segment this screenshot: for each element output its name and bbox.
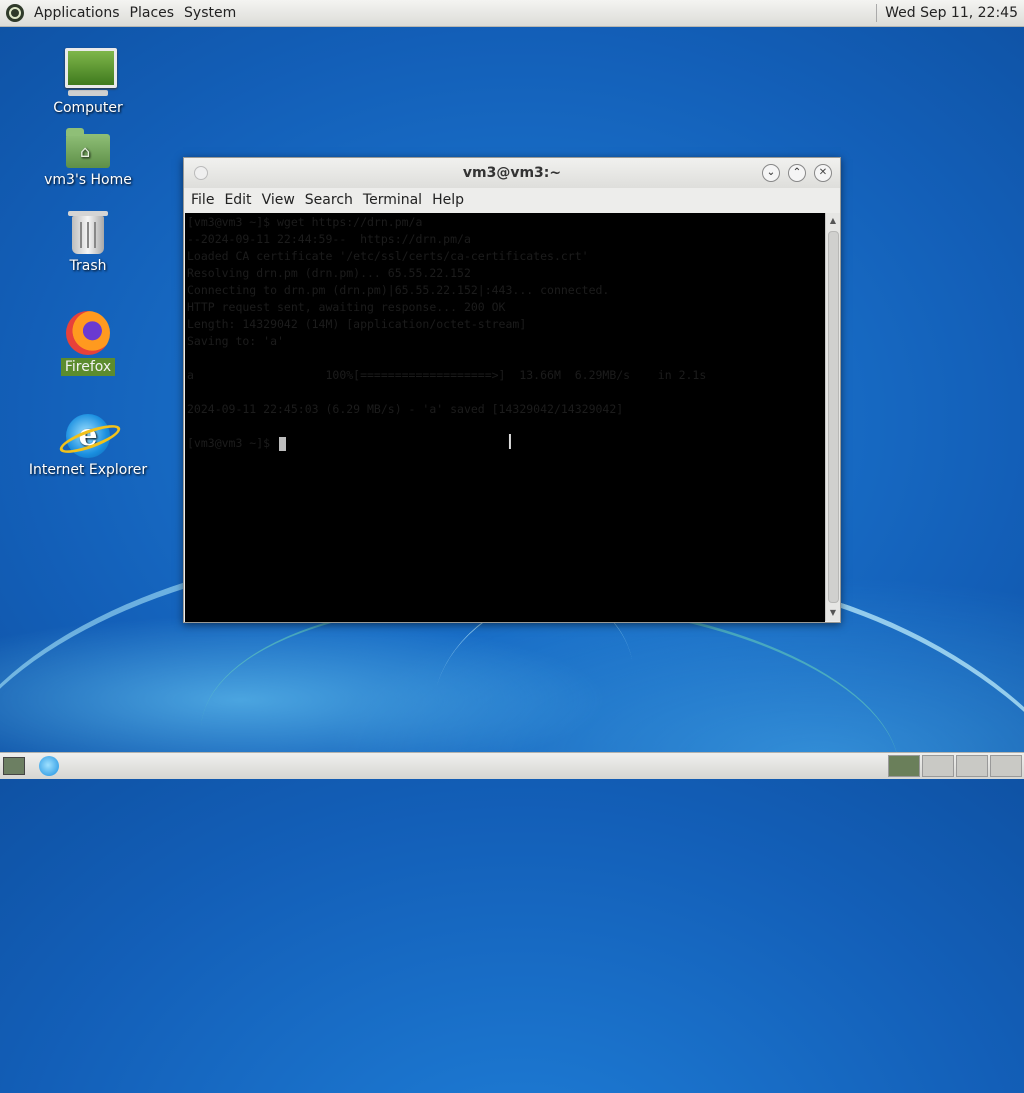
terminal-line: HTTP request sent, awaiting response... …	[187, 300, 506, 314]
terminal-window: vm3@vm3:~ ⌄ ⌃ ✕ File Edit View Search Te…	[183, 157, 841, 623]
terminal-line: Length: 14329042 (14M) [application/octe…	[187, 317, 527, 331]
panel-menus: Applications Places System	[24, 5, 236, 21]
ibeam-cursor-icon: I	[507, 430, 513, 454]
terminal-line: 2024-09-11 22:45:03 (6.29 MB/s) - 'a' sa…	[187, 402, 624, 416]
applications-menu[interactable]: Applications	[34, 5, 120, 21]
workspace-4[interactable]	[990, 755, 1022, 777]
terminal-line: [vm3@vm3 ~]$ wget https://drn.pm/a	[187, 215, 423, 229]
terminal-line: Resolving drn.pm (drn.pm)... 65.55.22.15…	[187, 266, 471, 280]
maximize-button[interactable]: ⌃	[788, 164, 806, 182]
workspace-switcher	[888, 755, 1022, 777]
menu-file[interactable]: File	[191, 192, 214, 208]
panel-separator	[876, 4, 878, 22]
terminal-line: --2024-09-11 22:44:59-- https://drn.pm/a	[187, 232, 471, 246]
terminal-line: Loaded CA certificate '/etc/ssl/certs/ca…	[187, 249, 589, 263]
places-menu[interactable]: Places	[130, 5, 175, 21]
desktop-icon-internet-explorer[interactable]: e Internet Explorer	[15, 414, 161, 478]
desktop-icon-computer[interactable]: Computer	[23, 48, 153, 116]
menu-edit[interactable]: Edit	[224, 192, 251, 208]
menu-terminal[interactable]: Terminal	[363, 192, 422, 208]
home-folder-icon: ⌂	[66, 128, 110, 168]
window-menu-icon[interactable]	[194, 166, 208, 180]
terminal-line: Saving to: 'a'	[187, 334, 284, 348]
firefox-icon	[66, 311, 110, 355]
desktop-icon-trash[interactable]: Trash	[23, 211, 153, 274]
show-desktop-icon[interactable]	[3, 757, 25, 775]
window-titlebar[interactable]: vm3@vm3:~ ⌄ ⌃ ✕	[184, 158, 840, 188]
scroll-up-icon[interactable]: ▲	[828, 216, 838, 226]
desktop-icon-label: vm3's Home	[44, 172, 132, 188]
minimize-button[interactable]: ⌄	[762, 164, 780, 182]
workspace-1[interactable]	[888, 755, 920, 777]
close-button[interactable]: ✕	[814, 164, 832, 182]
terminal-scrollbar[interactable]: ▲ ▼	[825, 213, 840, 621]
terminal-line: a 100%[===================>] 13.66M 6.29…	[187, 368, 707, 382]
terminal-prompt-line: [vm3@vm3 ~]$	[185, 435, 825, 452]
desktop-icon-label: Computer	[53, 100, 123, 116]
text-cursor	[279, 436, 287, 451]
scroll-down-icon[interactable]: ▼	[828, 608, 838, 618]
bottom-panel	[0, 752, 1024, 779]
terminal-menubar: File Edit View Search Terminal Help	[184, 188, 840, 212]
window-title: vm3@vm3:~	[462, 165, 562, 181]
terminal-line: Connecting to drn.pm (drn.pm)|65.55.22.1…	[187, 283, 610, 297]
workspace-2[interactable]	[922, 755, 954, 777]
workspace-3[interactable]	[956, 755, 988, 777]
window-controls: ⌄ ⌃ ✕	[762, 164, 832, 182]
terminal-prompt: [vm3@vm3 ~]$	[187, 436, 278, 450]
menu-view[interactable]: View	[262, 192, 295, 208]
desktop-icon-label: Firefox	[60, 358, 116, 376]
terminal-output[interactable]: [vm3@vm3 ~]$ wget https://drn.pm/a --202…	[185, 213, 825, 622]
menu-help[interactable]: Help	[432, 192, 464, 208]
system-menu[interactable]: System	[184, 5, 236, 21]
desktop-icon-label: Internet Explorer	[28, 462, 148, 478]
internet-explorer-launcher-icon[interactable]	[39, 756, 59, 776]
scrollbar-thumb[interactable]	[828, 231, 839, 603]
clock-area: Wed Sep 11, 22:45	[876, 0, 1024, 26]
trash-icon	[68, 211, 108, 254]
panel-clock[interactable]: Wed Sep 11, 22:45	[885, 5, 1018, 21]
computer-icon	[65, 48, 117, 96]
desktop-icon-home[interactable]: ⌂ vm3's Home	[23, 128, 153, 188]
desktop-icon-firefox[interactable]: Firefox	[23, 311, 153, 376]
desktop-icon-label: Trash	[69, 258, 107, 274]
distro-logo-icon[interactable]	[6, 4, 24, 22]
menu-search[interactable]: Search	[305, 192, 353, 208]
top-panel: Applications Places System Wed Sep 11, 2…	[0, 0, 1024, 27]
internet-explorer-icon: e	[66, 414, 110, 458]
